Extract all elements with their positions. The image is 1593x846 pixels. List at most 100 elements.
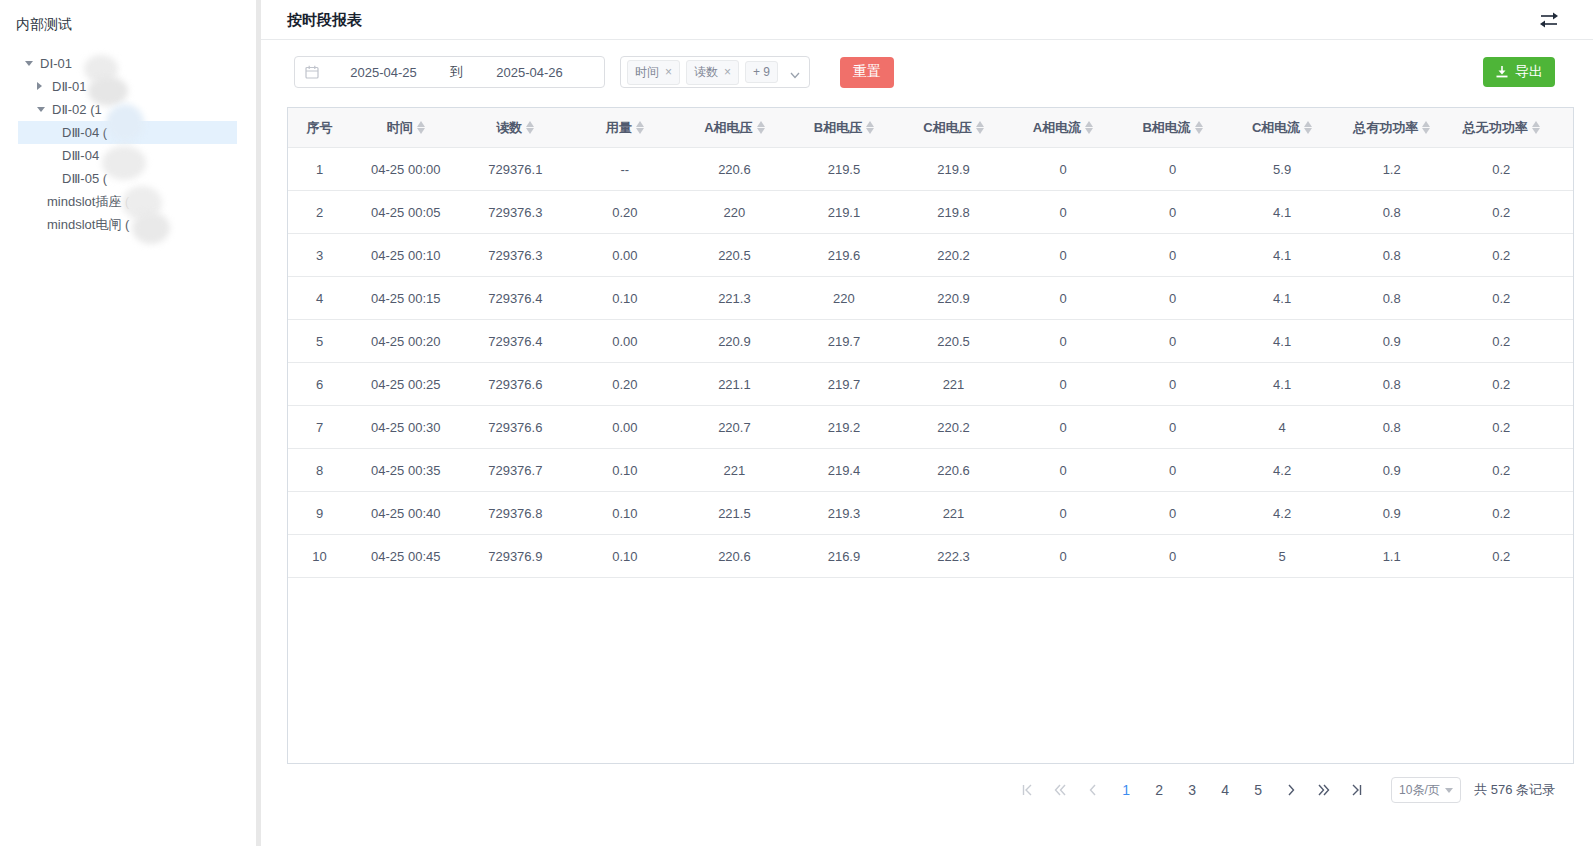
- column-header[interactable]: 总无功功率: [1446, 119, 1556, 137]
- table-cell: 0: [1118, 291, 1228, 306]
- date-end-input[interactable]: 2025-04-26: [465, 65, 594, 80]
- table-cell: --: [570, 162, 680, 177]
- column-header-label: 用量: [606, 119, 632, 137]
- sort-icon[interactable]: [1532, 121, 1540, 134]
- column-header[interactable]: 读数: [461, 119, 571, 137]
- reset-button[interactable]: 重置: [840, 57, 894, 88]
- column-header[interactable]: B相电流: [1118, 119, 1228, 137]
- table-row[interactable]: 804-25 00:35729376.70.10221219.4220.6004…: [288, 449, 1573, 492]
- remove-tag-icon[interactable]: ×: [724, 66, 731, 78]
- table-row[interactable]: 904-25 00:40729376.80.10221.5219.3221004…: [288, 492, 1573, 535]
- table-cell: 0: [1008, 334, 1118, 349]
- next-page-icon[interactable]: [1279, 778, 1303, 802]
- table-cell: 729376.8: [461, 506, 571, 521]
- table-row[interactable]: 204-25 00:05729376.30.20220219.1219.8004…: [288, 191, 1573, 234]
- sort-icon[interactable]: [526, 121, 534, 134]
- column-header[interactable]: A相电压: [680, 119, 790, 137]
- table-row[interactable]: 1004-25 00:45729376.90.10220.6216.9222.3…: [288, 535, 1573, 578]
- table-cell: 219.4: [789, 463, 899, 478]
- table-cell: 0: [1008, 549, 1118, 564]
- page-number-1[interactable]: 1: [1114, 778, 1138, 802]
- table-cell: 221.1: [680, 377, 790, 392]
- sort-icon[interactable]: [417, 121, 425, 134]
- sort-icon[interactable]: [866, 121, 874, 134]
- tree-item[interactable]: DⅠ-01: [18, 52, 237, 75]
- column-filter-select[interactable]: 时间×读数×+ 9: [620, 56, 810, 88]
- table-cell: 219.6: [789, 248, 899, 263]
- last-page-icon[interactable]: [1345, 778, 1369, 802]
- table-cell: 0: [1008, 205, 1118, 220]
- sort-icon[interactable]: [976, 121, 984, 134]
- tree-item-label[interactable]: DⅢ-04 (: [62, 121, 107, 144]
- prev-page-icon[interactable]: [1081, 778, 1105, 802]
- tree-item-label[interactable]: DⅢ-04: [62, 144, 99, 167]
- select-arrow-icon: [1445, 788, 1453, 793]
- table-row[interactable]: 304-25 00:10729376.30.00220.5219.6220.20…: [288, 234, 1573, 277]
- table-cell: 0.8: [1337, 291, 1447, 306]
- sort-icon[interactable]: [1195, 121, 1203, 134]
- sort-icon[interactable]: [1422, 121, 1430, 134]
- table-row[interactable]: 104-25 00:00729376.1--220.6219.5219.9005…: [288, 148, 1573, 191]
- table-cell: 4.1: [1227, 377, 1337, 392]
- filter-tag-label: 时间: [635, 64, 659, 81]
- column-header[interactable]: B相电压: [789, 119, 899, 137]
- tree-caret-icon[interactable]: [25, 61, 33, 66]
- page-size-select[interactable]: 10条/页: [1391, 777, 1461, 803]
- tree-item[interactable]: DⅡ-01: [18, 75, 237, 98]
- next-5-pages-icon[interactable]: [1312, 778, 1336, 802]
- prev-5-pages-icon[interactable]: [1048, 778, 1072, 802]
- column-header: 序号: [288, 119, 351, 137]
- export-button[interactable]: 导出: [1483, 57, 1555, 87]
- filter-tag[interactable]: + 9: [745, 61, 778, 83]
- page-number-3[interactable]: 3: [1180, 778, 1204, 802]
- transfer-icon[interactable]: [1539, 12, 1559, 32]
- date-start-input[interactable]: 2025-04-25: [319, 65, 448, 80]
- date-range-picker[interactable]: 2025-04-25 到 2025-04-26: [294, 56, 605, 88]
- filter-tag[interactable]: 读数×: [686, 60, 739, 85]
- sort-icon[interactable]: [1085, 121, 1093, 134]
- sort-icon[interactable]: [757, 121, 765, 134]
- column-header[interactable]: C相电压: [899, 119, 1009, 137]
- table-cell: 0.20: [570, 205, 680, 220]
- table-cell: 0.9: [1337, 506, 1447, 521]
- table-cell: 0: [1118, 205, 1228, 220]
- column-header[interactable]: C相电流: [1227, 119, 1337, 137]
- column-header[interactable]: A相电流: [1008, 119, 1118, 137]
- page-number-2[interactable]: 2: [1147, 778, 1171, 802]
- table-cell: 220: [789, 291, 899, 306]
- tree-caret-icon[interactable]: [37, 107, 45, 112]
- table-cell: 729376.6: [461, 420, 571, 435]
- tree-caret-icon[interactable]: [37, 82, 42, 90]
- page-number-5[interactable]: 5: [1246, 778, 1270, 802]
- table-row[interactable]: 704-25 00:30729376.60.00220.7219.2220.20…: [288, 406, 1573, 449]
- table-cell: 04-25 00:25: [351, 377, 461, 392]
- remove-tag-icon[interactable]: ×: [665, 66, 672, 78]
- column-header[interactable]: 用量: [570, 119, 680, 137]
- tree-item-label[interactable]: DⅠ-01: [40, 52, 72, 75]
- tree-item[interactable]: mindslot电闸 (: [18, 213, 237, 236]
- tree-item-label[interactable]: DⅡ-01: [52, 75, 87, 98]
- table-cell: 222.3: [899, 549, 1009, 564]
- tree-item-label[interactable]: DⅢ-05 (: [62, 167, 107, 190]
- table-cell: 0: [1008, 291, 1118, 306]
- tree-item-label[interactable]: mindslot电闸 (: [47, 213, 129, 236]
- sort-icon[interactable]: [1304, 121, 1312, 134]
- table-cell: 4: [1227, 420, 1337, 435]
- table-cell: 0.00: [570, 334, 680, 349]
- chevron-down-icon: [789, 67, 801, 85]
- table-cell: 4.2: [1227, 463, 1337, 478]
- table-row[interactable]: 504-25 00:20729376.40.00220.9219.7220.50…: [288, 320, 1573, 363]
- column-header[interactable]: 时间: [351, 119, 461, 137]
- filter-tag[interactable]: 时间 ×: [627, 60, 680, 85]
- first-page-icon[interactable]: [1015, 778, 1039, 802]
- sort-icon[interactable]: [636, 121, 644, 134]
- table-row[interactable]: 604-25 00:25729376.60.20221.1219.7221004…: [288, 363, 1573, 406]
- table-row[interactable]: 404-25 00:15729376.40.10221.3220220.9004…: [288, 277, 1573, 320]
- table-cell: 729376.7: [461, 463, 571, 478]
- page-number-4[interactable]: 4: [1213, 778, 1237, 802]
- table-cell: 729376.1: [461, 162, 571, 177]
- column-header[interactable]: 总有功功率: [1337, 119, 1447, 137]
- redacted-blob: [102, 146, 146, 180]
- table-cell: 221: [680, 463, 790, 478]
- tree-item-label[interactable]: mindslot插座 (: [47, 190, 129, 213]
